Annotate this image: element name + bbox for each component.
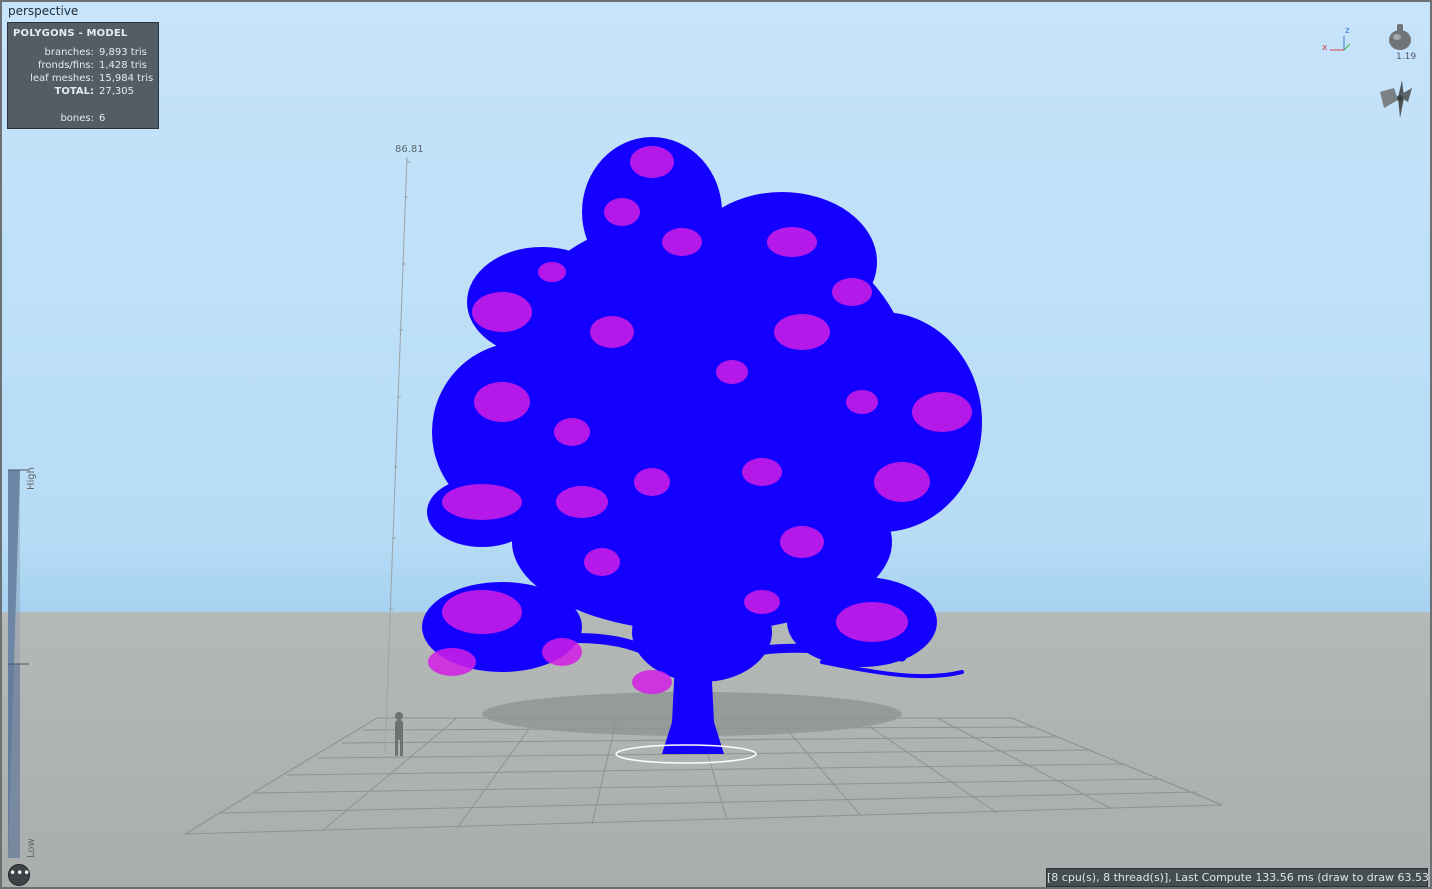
ellipsis-icon: ••• — [9, 866, 31, 880]
stats-label: TOTAL: — [54, 86, 94, 97]
height-ruler — [384, 156, 411, 755]
lod-slider[interactable] — [7, 466, 39, 862]
stats-row-fronds: fronds/fins: 1,428 tris — [8, 60, 158, 73]
wind-fan-icon-shape — [1380, 80, 1412, 118]
stats-label: branches: — [44, 47, 95, 58]
axis-z-label: z — [1345, 26, 1350, 36]
stats-row-bones: bones: 6 — [8, 113, 158, 126]
menu-button[interactable]: ••• — [8, 864, 30, 886]
tree-model[interactable] — [422, 137, 982, 764]
stats-title: POLYGONS - MODEL — [13, 28, 128, 39]
stats-value: 15,984 tris — [99, 73, 154, 84]
human-scale-figure — [395, 712, 403, 756]
axis-gizmo[interactable]: x z — [1318, 26, 1354, 58]
wind-fan-icon[interactable] — [1376, 78, 1416, 120]
lod-high-label: High — [26, 467, 37, 490]
tree-scene[interactable] — [2, 2, 1430, 887]
lod-low-label: Low — [26, 838, 37, 858]
camera-icon-shape — [1389, 24, 1411, 50]
camera-icon[interactable] — [1384, 22, 1416, 52]
stats-row-branches: branches: 9,893 tris — [8, 47, 158, 60]
lod-slider-track — [8, 469, 29, 858]
stats-label: bones: — [60, 113, 94, 124]
stats-value: 27,305 — [99, 86, 134, 97]
stats-value: 1,428 tris — [99, 60, 147, 71]
viewport-label: perspective — [8, 4, 79, 18]
stats-label: leaf meshes: — [30, 73, 94, 84]
stats-row-leaf-meshes: leaf meshes: 15,984 tris — [8, 73, 158, 86]
height-value: 86.81 — [395, 144, 424, 155]
stats-value: 6 — [99, 113, 106, 124]
stats-row-total: TOTAL: 27,305 — [8, 86, 158, 99]
status-bar: [8 cpu(s), 8 thread(s)], Last Compute 13… — [1046, 868, 1430, 887]
stats-label: fronds/fins: — [37, 60, 94, 71]
stats-value: 9,893 tris — [99, 47, 147, 58]
axis-x-label: x — [1322, 43, 1328, 53]
polygon-stats-panel: POLYGONS - MODEL branches: 9,893 tris fr… — [7, 22, 159, 129]
3d-viewport[interactable]: perspective POLYGONS - MODEL branches: 9… — [0, 0, 1432, 889]
zoom-value: 1.19 — [1396, 52, 1417, 62]
